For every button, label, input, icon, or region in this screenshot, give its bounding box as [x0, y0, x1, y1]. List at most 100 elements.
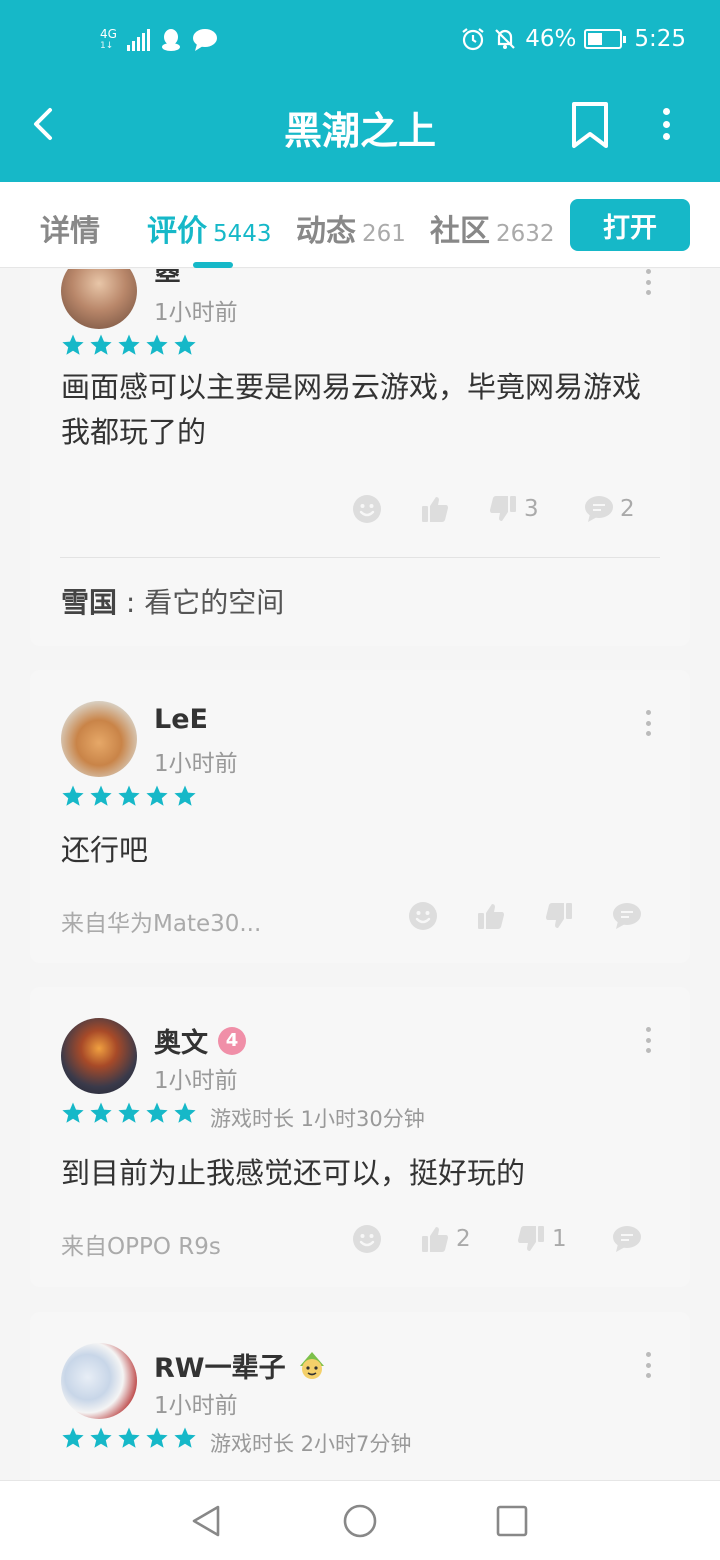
review-text[interactable]: 到目前为止我感觉还可以，挺好玩的 [61, 1151, 661, 1196]
reply-text: 看它的空间 [144, 586, 285, 619]
bookmark-button[interactable] [568, 100, 612, 150]
star-icon [146, 1427, 168, 1448]
tab-bar: 详情 评价 5443 动态 261 社区 2632 打开 [0, 182, 720, 268]
comment-icon [613, 1226, 641, 1252]
username[interactable]: RW一辈子 [154, 1346, 328, 1385]
username[interactable]: LeE [154, 704, 208, 735]
like-button[interactable] [420, 494, 456, 524]
card-more-button[interactable] [642, 1352, 654, 1378]
playtime: 游戏时长 1小时30分钟 [210, 1107, 425, 1131]
chat-icon [192, 29, 217, 51]
star-icon [146, 1102, 168, 1123]
emoji-react-button[interactable] [352, 1224, 382, 1254]
star-rating [61, 333, 197, 357]
reply-author[interactable]: 雪国 [61, 586, 117, 619]
mute-icon [495, 29, 515, 49]
open-button[interactable]: 打开 [570, 199, 690, 251]
bookmark-icon [572, 102, 608, 148]
thumbs-up-icon [478, 904, 504, 929]
level-badge: 4 [218, 1026, 246, 1055]
page-title: 黑潮之上 [283, 109, 436, 153]
network-indicator: 4G 1↓ [100, 27, 117, 51]
more-options-button[interactable] [652, 102, 680, 146]
star-icon [90, 1427, 112, 1448]
star-icon [118, 1102, 140, 1123]
username[interactable]: 曌 [154, 269, 181, 288]
clock: 5:25 [634, 26, 686, 52]
thumbs-down-icon [518, 1226, 544, 1251]
star-icon [174, 1102, 196, 1123]
review-card: LeE 1小时前 还行吧 来自华为Mate30... [30, 670, 690, 963]
comment-icon [613, 903, 641, 929]
emoji-react-button[interactable] [408, 901, 438, 931]
nav-recents-icon[interactable] [494, 1503, 530, 1539]
review-time: 1小时前 [154, 1068, 238, 1094]
avatar[interactable] [61, 269, 137, 329]
smiley-icon [353, 495, 381, 523]
star-icon [90, 334, 112, 355]
tab-community[interactable]: 社区 2632 [430, 206, 555, 250]
active-tab-indicator [193, 262, 233, 268]
tab-count: 261 [362, 221, 406, 247]
star-icon [90, 785, 112, 806]
avatar[interactable] [61, 1343, 137, 1419]
star-icon [62, 334, 84, 355]
star-icon [118, 334, 140, 355]
like-button[interactable] [476, 901, 512, 931]
star-icon [174, 334, 196, 355]
star-icon [62, 1102, 84, 1123]
divider [60, 557, 660, 558]
smiley-icon [353, 1225, 381, 1253]
review-time: 1小时前 [154, 751, 238, 777]
tab-details[interactable]: 详情 [40, 206, 100, 250]
tab-count: 5443 [213, 221, 272, 247]
review-time: 1小时前 [154, 1393, 238, 1419]
emoji-react-button[interactable] [352, 494, 382, 524]
tab-updates[interactable]: 动态 261 [296, 206, 406, 250]
card-more-button[interactable] [642, 269, 654, 295]
dislike-button[interactable]: 1 [516, 1224, 567, 1254]
dislike-button[interactable]: 3 [488, 494, 539, 524]
review-card: 曌 1小时前 画面感可以主要是网易云游戏，毕竟网易游戏我都玩了的 3 2 雪国 … [30, 269, 690, 646]
star-rating [61, 1101, 197, 1125]
comment-button[interactable] [612, 1224, 648, 1254]
review-card: RW一辈子 1小时前 游戏时长 2小时7分钟 [30, 1312, 690, 1480]
device-info: 来自OPPO R9s [61, 1234, 221, 1260]
thumbs-down-icon [490, 496, 516, 521]
nav-home-icon[interactable] [342, 1503, 378, 1539]
smiley-icon [409, 902, 437, 930]
star-icon [174, 785, 196, 806]
review-text[interactable]: 画面感可以主要是网易云游戏，毕竟网易游戏我都玩了的 [61, 365, 661, 455]
card-more-button[interactable] [642, 1027, 654, 1053]
reply-preview[interactable]: 雪国 : 看它的空间 [61, 581, 284, 621]
alarm-icon [462, 28, 484, 51]
review-list[interactable]: 曌 1小时前 画面感可以主要是网易云游戏，毕竟网易游戏我都玩了的 3 2 雪国 … [0, 269, 720, 1480]
star-rating [61, 1426, 197, 1450]
thumbs-up-icon [422, 497, 448, 522]
signal-icon [126, 29, 150, 51]
card-more-button[interactable] [642, 710, 654, 736]
star-icon [146, 334, 168, 355]
star-icon [118, 1427, 140, 1448]
dislike-button[interactable] [544, 901, 580, 931]
tab-reviews[interactable]: 评价 5443 [147, 206, 272, 250]
device-info: 来自华为Mate30... [61, 911, 262, 937]
star-icon [146, 785, 168, 806]
nav-back-icon[interactable] [188, 1503, 224, 1539]
review-text[interactable]: 还行吧 [61, 828, 661, 873]
comment-button[interactable] [612, 901, 648, 931]
avatar[interactable] [61, 701, 137, 777]
title-bar: 黑潮之上 [0, 84, 720, 182]
system-nav-bar [0, 1480, 720, 1560]
emoji-badge-icon [299, 1351, 324, 1379]
star-icon [90, 1102, 112, 1123]
qq-icon [161, 29, 180, 51]
review-card: 奥文 4 1小时前 游戏时长 1小时30分钟 到目前为止我感觉还可以，挺好玩的 … [30, 987, 690, 1287]
like-button[interactable]: 2 [420, 1224, 471, 1254]
tab-count: 2632 [496, 221, 555, 247]
username[interactable]: 奥文 4 [154, 1021, 246, 1060]
star-icon [62, 785, 84, 806]
avatar[interactable] [61, 1018, 137, 1094]
star-icon [118, 785, 140, 806]
comment-button[interactable]: 2 [584, 494, 635, 524]
